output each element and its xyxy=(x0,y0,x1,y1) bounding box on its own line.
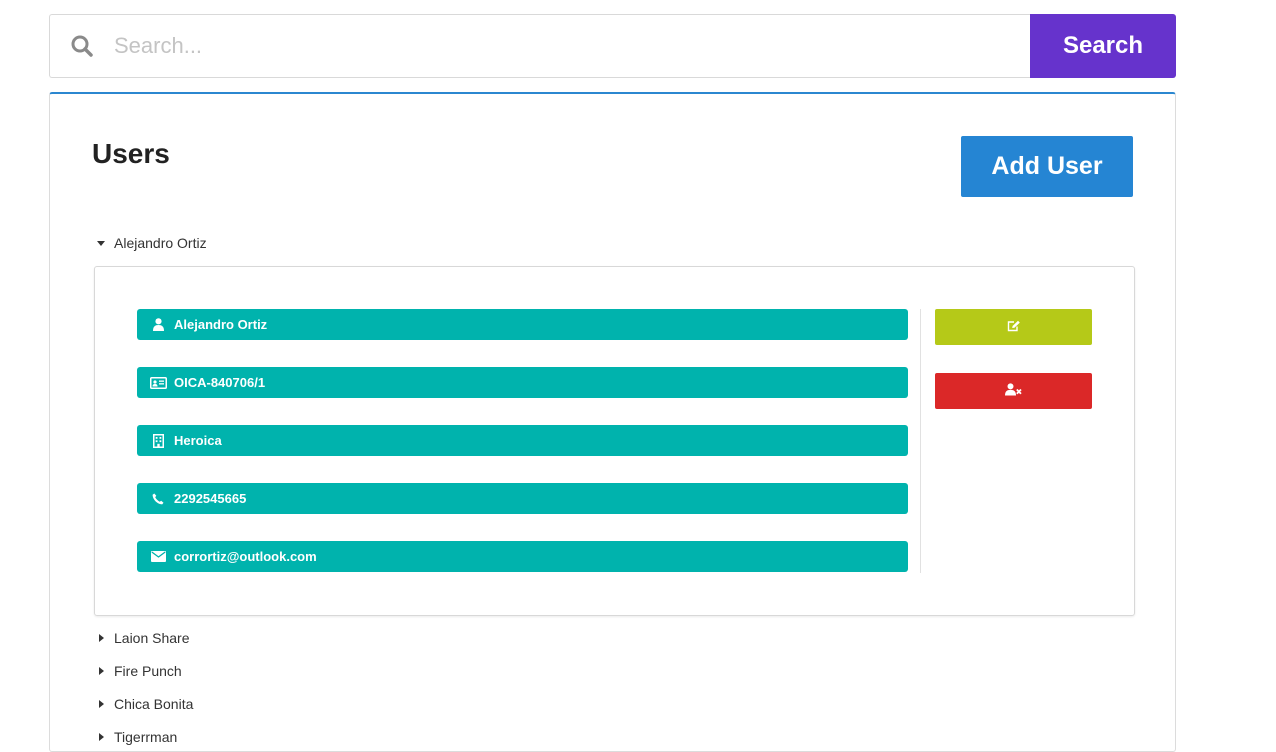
search-bar: Search xyxy=(49,14,1176,78)
envelope-icon xyxy=(148,551,168,562)
page-title: Users xyxy=(92,138,170,169)
search-field-wrapper xyxy=(49,14,1030,78)
caret-down-icon xyxy=(94,240,114,246)
user-name: Laion Share xyxy=(114,630,190,646)
user-company-field: Heroica xyxy=(137,425,908,456)
user-accordion-toggle[interactable]: Tigerrman xyxy=(94,726,1134,748)
search-input[interactable] xyxy=(114,16,1030,76)
user-id-code: OICA-840706/1 xyxy=(174,375,266,390)
id-card-icon xyxy=(148,376,168,389)
phone-icon xyxy=(148,493,168,505)
caret-right-icon xyxy=(94,733,114,741)
user-accordion-toggle[interactable]: Alejandro Ortiz xyxy=(94,232,1134,254)
user-detail-card: Alejandro Ortiz OICA-840706/1 Heroica 22… xyxy=(94,266,1135,616)
caret-right-icon xyxy=(94,634,114,642)
caret-right-icon xyxy=(94,667,114,675)
search-icon xyxy=(50,14,114,78)
user-email-field: corrortiz@outlook.com xyxy=(137,541,908,572)
edit-user-button[interactable] xyxy=(935,309,1092,345)
user-name: Chica Bonita xyxy=(114,696,194,712)
user-name: Alejandro Ortiz xyxy=(114,235,207,251)
user-accordion-toggle[interactable]: Fire Punch xyxy=(94,660,1134,682)
caret-right-icon xyxy=(94,700,114,708)
user-company: Heroica xyxy=(174,433,222,448)
user-full-name-field: Alejandro Ortiz xyxy=(137,309,908,340)
user-list: Alejandro Ortiz Alejandro Ortiz OICA-840… xyxy=(94,232,1135,748)
building-icon xyxy=(148,433,168,448)
search-button[interactable]: Search xyxy=(1030,14,1176,78)
user-phone-field: 2292545665 xyxy=(137,483,908,514)
user-email: corrortiz@outlook.com xyxy=(174,549,317,564)
user-full-name: Alejandro Ortiz xyxy=(174,317,268,332)
remove-user-button[interactable] xyxy=(935,373,1092,409)
user-accordion-toggle[interactable]: Laion Share xyxy=(94,627,1134,649)
user-accordion-toggle[interactable]: Chica Bonita xyxy=(94,693,1134,715)
user-icon xyxy=(148,318,168,331)
user-name: Tigerrman xyxy=(114,729,178,745)
user-actions-column xyxy=(935,309,1092,409)
user-info-column: Alejandro Ortiz OICA-840706/1 Heroica 22… xyxy=(137,309,908,599)
column-divider xyxy=(920,309,921,573)
users-panel: Users Add User Alejandro Ortiz Alejandro… xyxy=(49,92,1176,752)
edit-icon xyxy=(1007,320,1021,335)
user-phone: 2292545665 xyxy=(174,491,247,506)
user-id-field: OICA-840706/1 xyxy=(137,367,908,398)
user-name: Fire Punch xyxy=(114,663,182,679)
user-remove-icon xyxy=(1005,383,1022,399)
add-user-button[interactable]: Add User xyxy=(961,136,1133,197)
